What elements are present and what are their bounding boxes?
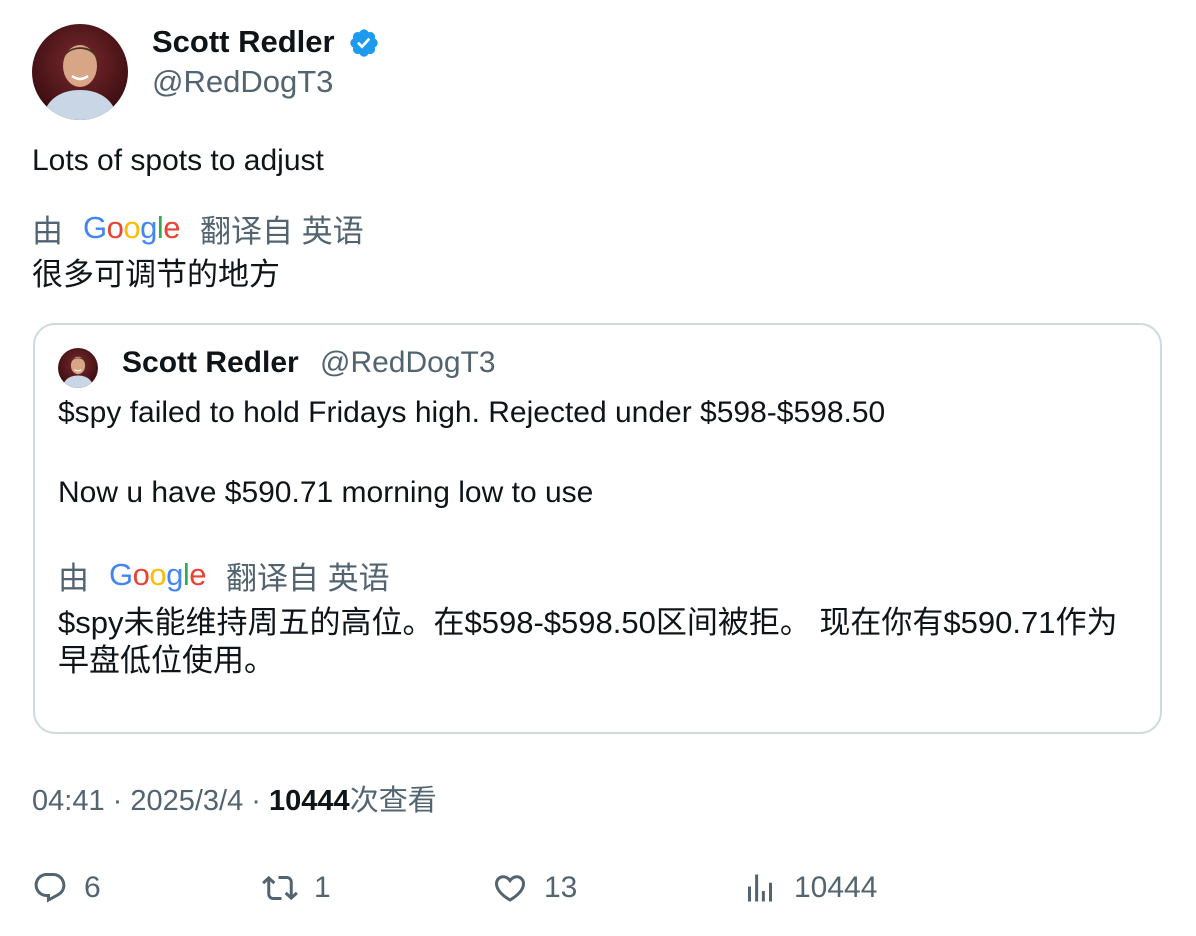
meta-separator: ·: [243, 785, 270, 817]
reply-count: 6: [84, 871, 101, 904]
retweet-button[interactable]: 1: [262, 870, 331, 906]
views-count: 10444: [794, 871, 878, 904]
like-count: 13: [544, 871, 578, 904]
quote-text-line2: Now u have $590.71 morning low to use: [58, 476, 594, 509]
quote-author-handle: @RedDogT3: [320, 346, 496, 379]
translated-text: 很多可调节的地方: [32, 257, 280, 292]
tweet-text: Lots of spots to adjust: [32, 144, 324, 177]
retweet-count: 1: [314, 871, 331, 904]
translation-by-label: 由: [32, 213, 63, 249]
heart-icon: [494, 875, 526, 902]
quote-translation-attribution: 由 Google 翻译自 英语: [58, 555, 390, 596]
view-count: 10444: [269, 785, 350, 817]
google-logo: Google: [109, 557, 207, 592]
quote-translation-by-label: 由: [58, 560, 89, 596]
quote-translated-text: $spy未能维持周五的高位。在$598-$598.50区间被拒。 现在你有$59…: [58, 605, 1118, 678]
translation-attribution: 由 Google 翻译自 英语: [32, 208, 364, 249]
like-button[interactable]: 13: [492, 870, 577, 906]
quote-author-name: Scott Redler: [122, 346, 299, 379]
reply-icon: [34, 873, 66, 903]
tweet-time[interactable]: 04:41: [32, 785, 105, 817]
view-label: 次查看: [349, 785, 437, 817]
author-name[interactable]: Scott Redler: [152, 22, 335, 62]
avatar[interactable]: [32, 24, 128, 120]
tweet-meta: 04:41 · 2025/3/4 · 10444次查看: [32, 782, 437, 820]
translation-from-label: 翻译自 英语: [200, 213, 364, 249]
tweet-date[interactable]: 2025/3/4: [130, 785, 243, 817]
retweet-icon: [262, 875, 298, 901]
views-button[interactable]: 10444: [742, 870, 877, 906]
quote-text-line1: $spy failed to hold Fridays high. Reject…: [58, 396, 886, 429]
analytics-icon: [748, 874, 772, 902]
quote-translation-from-label: 翻译自 英语: [226, 560, 390, 596]
author-handle[interactable]: @RedDogT3: [152, 62, 333, 102]
verified-badge-icon: [348, 27, 380, 59]
reply-button[interactable]: 6: [32, 870, 101, 906]
quote-avatar: [58, 348, 98, 388]
meta-separator: ·: [104, 785, 131, 817]
google-logo: Google: [83, 210, 181, 245]
